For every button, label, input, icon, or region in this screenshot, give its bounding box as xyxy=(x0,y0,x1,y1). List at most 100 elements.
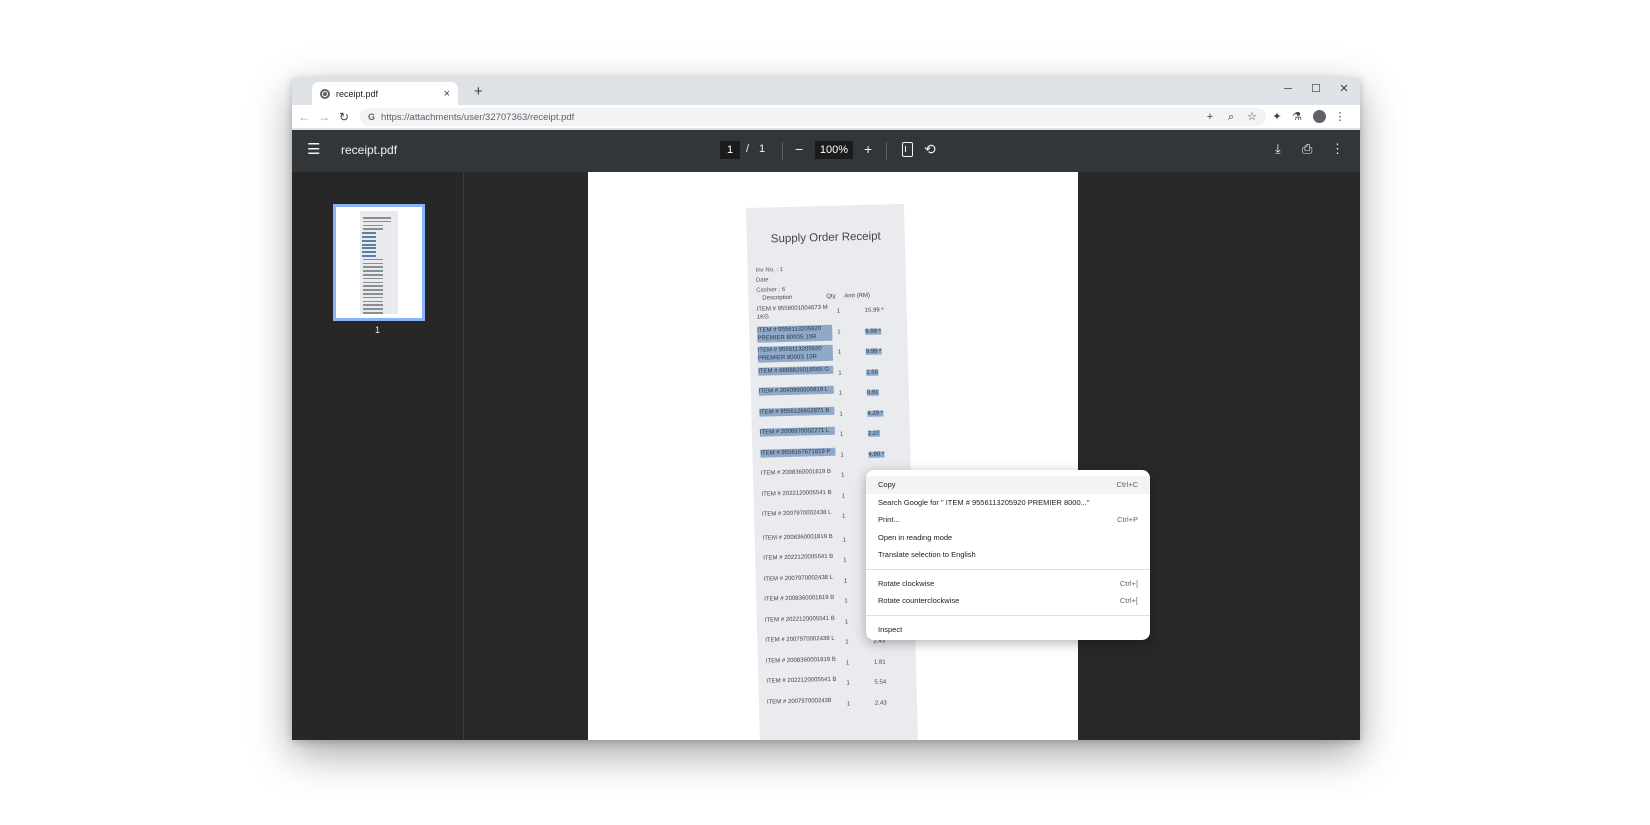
receipt-item-qty: 1 xyxy=(836,308,841,315)
receipt-item-description: ITEM # 2008360001819 B xyxy=(764,594,835,603)
receipt-date: Date xyxy=(755,277,769,284)
minimize-button[interactable]: ─ xyxy=(1274,80,1302,98)
receipt-col-description: Description xyxy=(762,294,793,302)
pdf-viewer: Supply Order Receipt Inv No. : 1 Date Ca… xyxy=(464,172,1360,740)
receipt-item-amount: 2.50 xyxy=(866,369,879,376)
receipt-row: ITEM # 2007970002438 1 2.43 xyxy=(767,694,912,718)
context-copy[interactable]: Copy Ctrl+C xyxy=(866,476,1150,494)
receipt-item-amount: 4.90 * xyxy=(868,450,885,458)
fit-to-page-icon[interactable] xyxy=(902,142,913,157)
context-separator xyxy=(866,568,1150,570)
receipt-title: Supply Order Receipt xyxy=(770,230,881,246)
thumbnail-text-line xyxy=(363,217,391,219)
download-icon[interactable]: ⤓ xyxy=(1275,140,1281,158)
thumbnail-preview xyxy=(360,211,398,314)
pdf-page: Supply Order Receipt Inv No. : 1 Date Ca… xyxy=(588,172,1078,740)
maximize-button[interactable]: ☐ xyxy=(1302,80,1330,98)
tab-title: receipt.pdf xyxy=(336,88,379,99)
thumbnail-text-line xyxy=(363,281,383,284)
thumbnail-highlight-line xyxy=(362,232,376,235)
receipt-item-qty: 1 xyxy=(842,536,847,544)
receipt-item-description: ITEM # 2007970002438 L xyxy=(763,574,834,583)
profile-avatar-icon[interactable] xyxy=(1313,110,1326,123)
receipt-item-qty: 1 xyxy=(841,493,845,500)
thumbnail-text-line xyxy=(363,300,383,303)
back-button[interactable]: ← xyxy=(296,108,312,126)
receipt-item-description: ITEM # 2007970002438 L xyxy=(765,635,835,644)
receipt-item-description: ITEM # 9556113205920 PREMIER 8000S 10R xyxy=(757,324,833,343)
context-inspect[interactable]: Inspect xyxy=(866,621,1150,639)
thumbnail-page-number: 1 xyxy=(374,325,380,335)
zoom-in-button[interactable]: + xyxy=(864,140,872,158)
receipt-item-amount: 5.54 xyxy=(874,679,887,686)
close-window-button[interactable]: ✕ xyxy=(1330,80,1358,98)
receipt-item-description: ITEM # 9556113205920 PREMIER 8000S 10R xyxy=(757,344,834,363)
print-icon[interactable]: ⎙ xyxy=(1302,140,1312,158)
browser-window: receipt.pdf × + ─ ☐ ✕ ← → ↻ G https://at… xyxy=(292,78,1360,740)
more-actions-icon[interactable]: ⋮ xyxy=(1331,140,1344,158)
context-print[interactable]: Print... Ctrl+P xyxy=(866,511,1150,529)
receipt-col-qty: Qty xyxy=(826,293,836,300)
add-icon[interactable]: + xyxy=(1202,108,1218,126)
google-icon: G xyxy=(368,112,376,122)
zoom-out-button[interactable]: − xyxy=(795,140,803,158)
thumbnail-text-line xyxy=(363,262,383,265)
page-number-input[interactable]: 1 xyxy=(720,141,740,159)
receipt-item-amount: 4.29 * xyxy=(867,409,884,417)
labs-icon[interactable]: ⚗ xyxy=(1289,108,1305,126)
receipt-cashier: Cashier : 6 xyxy=(756,287,786,294)
context-search-google[interactable]: Search Google for " ITEM # 9556113205920… xyxy=(866,494,1150,512)
thumbnail-sidebar: 1 xyxy=(292,172,464,740)
pdf-toolbar: ☰ receipt.pdf 1 / 1 − 100% + ⟲ ⤓ ⎙ ⋮ xyxy=(292,130,1360,172)
receipt-item-qty: 1 xyxy=(845,659,850,667)
sidebar-menu-icon[interactable]: ☰ xyxy=(307,141,320,159)
zoom-level-input[interactable]: 100% xyxy=(815,141,853,159)
receipt-item-qty: 1 xyxy=(843,577,848,585)
page-separator: / xyxy=(746,143,750,155)
address-bar[interactable]: G https://attachments/user/32707363/rece… xyxy=(360,108,1266,126)
receipt-item-amount: 1.81 xyxy=(873,659,886,666)
receipt-item-description: ITEM # 9556126652871 B xyxy=(759,406,835,417)
receipt-item-qty: 1 xyxy=(844,598,848,605)
reload-button[interactable]: ↻ xyxy=(336,108,352,126)
page-thumbnail[interactable] xyxy=(333,204,425,321)
context-rotate-clockwise[interactable]: Rotate clockwise Ctrl+] xyxy=(866,575,1150,593)
context-reading-mode[interactable]: Open in reading mode xyxy=(866,529,1150,547)
rotate-icon[interactable]: ⟲ xyxy=(924,140,936,158)
receipt-col-amt: Amt (RM) xyxy=(844,292,871,300)
thumbnail-highlight-line xyxy=(362,251,376,254)
receipt-item-amount: 9.99 * xyxy=(865,328,882,335)
forward-button[interactable]: → xyxy=(316,108,332,126)
thumbnail-highlight-line xyxy=(362,247,376,250)
thumbnail-text-line xyxy=(363,308,383,310)
receipt-item-amount: 2.27 xyxy=(867,430,880,437)
context-menu: Copy Ctrl+C Search Google for " ITEM # 95… xyxy=(866,470,1150,640)
tab-strip: receipt.pdf × + ─ ☐ ✕ xyxy=(292,78,1360,105)
context-translate[interactable]: Translate selection to English xyxy=(866,546,1150,564)
receipt-item-description: ITEM # 2008360001819 B xyxy=(762,533,833,542)
thumbnail-highlight-line xyxy=(362,236,376,238)
receipt-item-qty: 1 xyxy=(840,472,845,479)
zoom-icon[interactable]: ⌕ xyxy=(1223,108,1239,126)
tab-receipt[interactable]: receipt.pdf × xyxy=(312,82,458,105)
url-text[interactable]: https://attachments/user/32707363/receip… xyxy=(381,112,574,123)
receipt-item-description: ITEM # 2008360001819 B xyxy=(760,468,832,477)
receipt-item-amount: 9.99 * xyxy=(865,348,882,355)
receipt-item-qty: 1 xyxy=(839,411,843,418)
receipt-item-qty: 1 xyxy=(843,557,847,564)
thumbnail-highlight-line xyxy=(362,255,376,257)
toolbar-divider xyxy=(886,142,887,160)
receipt-item-amount: 15.99 * xyxy=(864,307,884,314)
receipt-item-qty: 1 xyxy=(839,431,844,438)
receipt-item-qty: 1 xyxy=(846,700,851,708)
new-tab-button[interactable]: + xyxy=(474,83,483,101)
receipt-item-description: ITEM # 2022120005541 B xyxy=(763,553,834,562)
thumbnail-text-line xyxy=(363,228,383,230)
receipt-item-qty: 1 xyxy=(842,513,846,520)
context-rotate-counterclockwise[interactable]: Rotate counterclockwise Ctrl+[ xyxy=(866,592,1150,610)
extensions-icon[interactable]: ✦ xyxy=(1269,108,1285,126)
tab-close-icon[interactable]: × xyxy=(444,88,450,100)
browser-menu-icon[interactable]: ⋮ xyxy=(1332,108,1348,126)
receipt-item-description: ITEM # 2008360001819 B xyxy=(765,656,836,665)
bookmark-star-icon[interactable]: ☆ xyxy=(1244,108,1260,126)
